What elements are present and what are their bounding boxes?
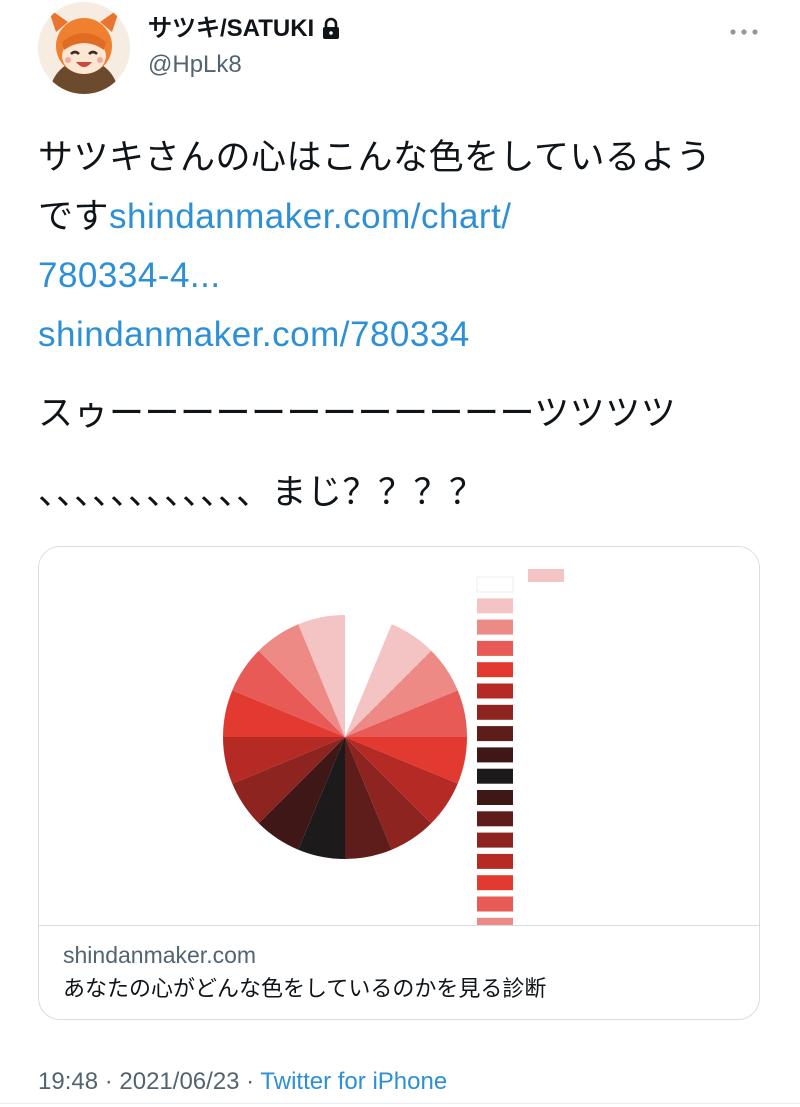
link-card[interactable]: shindanmaker.com あなたの心がどんな色をしているのかを見る診断 [38, 546, 760, 1020]
shindan-link[interactable]: shindanmaker.com/780334 [38, 315, 470, 354]
chart-link[interactable]: shindanmaker.com/chart/ [109, 197, 512, 236]
color-swatch [477, 917, 513, 933]
color-swatch [477, 619, 513, 635]
color-swatch [477, 832, 513, 848]
avatar-image [38, 2, 130, 94]
color-swatch [477, 811, 513, 827]
tweet-meta: 19:48 · 2021/06/23 · Twitter for iPhone [38, 1066, 447, 1098]
tweet-line-6: 、、、、、、、、、、、、まじ？？？？ [38, 473, 485, 512]
color-swatch [477, 726, 513, 742]
avatar[interactable] [38, 2, 130, 94]
tweet-line-2: ですshindanmaker.com/chart/ [38, 187, 778, 246]
color-swatch [477, 640, 513, 656]
tweet-line-3: 780334-4... [38, 246, 778, 305]
color-swatch [477, 662, 513, 678]
card-description: あなたの心がどんな色をしているのかを見る診断 [63, 976, 547, 1001]
card-divider [39, 925, 759, 926]
tweet-line-1: サツキさんの心はこんな色をしているよう [38, 138, 712, 177]
lock-icon [320, 17, 342, 41]
color-swatch [477, 704, 513, 720]
tweet-date[interactable]: 2021/06/23 [119, 1068, 239, 1095]
tweet-line-4: shindanmaker.com/780334 [38, 305, 778, 364]
color-swatch [477, 875, 513, 891]
meta-separator: · [98, 1068, 120, 1095]
color-swatch [477, 683, 513, 699]
meta-separator: · [239, 1068, 261, 1095]
display-name[interactable]: サツキ/SATUKI [148, 14, 342, 44]
tweet-line-5: スゥーーーーーーーーーーーーツツツツ [38, 394, 677, 433]
color-chart-image [223, 569, 564, 933]
user-handle[interactable]: @HpLk8 [148, 50, 242, 80]
color-swatch [477, 853, 513, 869]
chart-link-continued[interactable]: 780334-4... [38, 256, 221, 295]
tweet-source[interactable]: Twitter for iPhone [260, 1068, 447, 1095]
color-swatch [477, 598, 513, 614]
divider [0, 1103, 800, 1104]
card-domain: shindanmaker.com [63, 942, 257, 968]
result-color-swatch [528, 569, 564, 582]
more-options-icon[interactable] [726, 22, 762, 42]
tweet-time[interactable]: 19:48 [38, 1068, 98, 1095]
color-swatch [477, 768, 513, 784]
tweet-line-2-text: です [38, 197, 110, 236]
display-name-text: サツキ/SATUKI [148, 15, 315, 42]
card-image [39, 547, 759, 933]
tweet-text: サツキさんの心はこんな色をしているよう ですshindanmaker.com/c… [38, 128, 778, 522]
color-swatch [476, 576, 514, 593]
color-swatch [477, 747, 513, 763]
color-swatch [477, 896, 513, 912]
color-swatch [477, 790, 513, 805]
